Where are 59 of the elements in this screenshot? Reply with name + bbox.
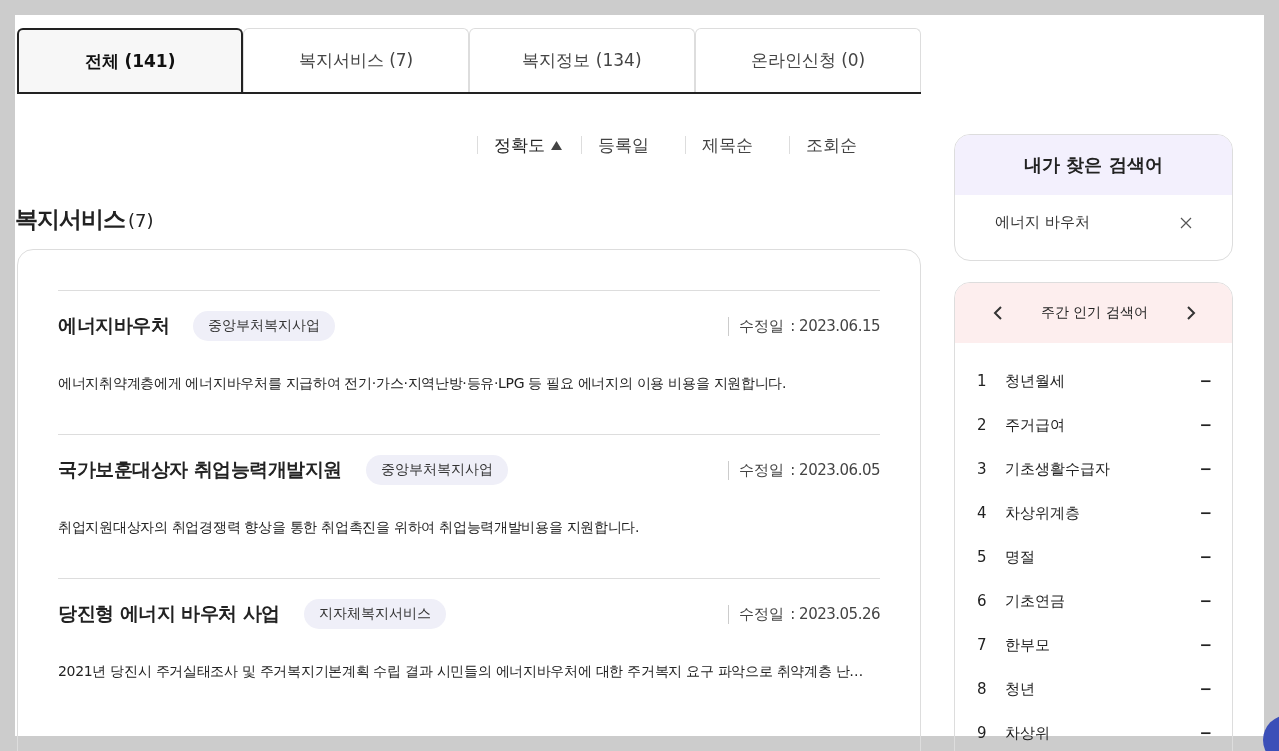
category-tag: 지자체복지서비스	[303, 599, 446, 629]
date-label: 수정일	[739, 460, 785, 480]
rank-change: −	[1199, 724, 1212, 742]
section-count: (7)	[128, 210, 154, 231]
rank-number: 8	[977, 680, 988, 698]
result-description: 취업지원대상자의 취업경쟁력 향상을 통한 취업촉진을 위하여 취업능력개발비용을 지원합니다.	[58, 518, 641, 537]
date-label: 수정일	[739, 316, 785, 336]
rank-number: 4	[977, 504, 988, 522]
sort-option[interactable]: 등록일	[581, 136, 685, 154]
rank-number: 3	[977, 460, 988, 478]
section-title: 복지서비스	[15, 205, 125, 234]
popular-term-link[interactable]: 차상위	[1005, 723, 1200, 743]
rank-change: −	[1199, 504, 1212, 522]
search-term-link[interactable]: 에너지 바우처	[995, 213, 1090, 232]
rank-number: 7	[977, 636, 988, 654]
date-value: : 2023.06.05	[790, 460, 880, 480]
rank-change: −	[1199, 416, 1212, 434]
rank-number: 9	[977, 724, 988, 742]
rank-change: −	[1199, 592, 1212, 610]
sort-option[interactable]: 제목순	[685, 136, 789, 154]
sort-option[interactable]: 정확도	[477, 136, 581, 154]
chevron-left-icon[interactable]	[993, 305, 1003, 321]
category-tag: 중앙부처복지사업	[365, 455, 508, 485]
rank-change: −	[1199, 636, 1212, 654]
tab[interactable]: 복지정보 (134)	[469, 28, 695, 92]
rank-number: 1	[977, 372, 988, 390]
rank-change: −	[1199, 460, 1212, 478]
tab[interactable]: 복지서비스 (7)	[243, 28, 469, 92]
category-tag: 중앙부처복지사업	[193, 311, 335, 341]
popular-term-link[interactable]: 청년월세	[1005, 371, 1200, 391]
result-description: 에너지취약계층에게 에너지바우처를 지급하여 전기·가스·지역난방·등유·LPG 등 필요 에너지의 이용 비용을 지원합니다.	[58, 374, 788, 393]
popular-term-link[interactable]: 기초연금	[1005, 591, 1200, 611]
chevron-right-icon[interactable]	[1186, 305, 1196, 321]
panel-title: 내가 찾은 검색어	[1024, 153, 1163, 177]
close-icon[interactable]	[1180, 216, 1192, 229]
triangle-up-icon	[551, 140, 562, 150]
rank-change: −	[1199, 680, 1212, 698]
rank-change: −	[1199, 372, 1212, 390]
tab[interactable]: 전체 (141)	[17, 28, 243, 92]
date-value: : 2023.06.15	[790, 316, 880, 336]
result-title[interactable]: 에너지바우처	[58, 313, 169, 339]
result-title[interactable]: 국가보훈대상자 취업능력개발지원	[58, 457, 342, 483]
rank-number: 6	[977, 592, 988, 610]
popular-term-link[interactable]: 기초생활수급자	[1005, 459, 1200, 479]
popular-term-link[interactable]: 주거급여	[1005, 415, 1200, 435]
result-description: 2021년 당진시 주거실태조사 및 주거복지기본계획 수립 결과 시민들의 에너지바우처에 대한 주거복지 요구 파악으로 취약계층 난…	[58, 662, 864, 681]
panel-title: 주간 인기 검색어	[1041, 304, 1148, 322]
sort-option[interactable]: 조회순	[789, 136, 893, 154]
date-value: : 2023.05.26	[790, 604, 880, 624]
popular-term-link[interactable]: 명절	[1005, 547, 1200, 567]
rank-change: −	[1199, 548, 1212, 566]
date-label: 수정일	[739, 604, 785, 624]
rank-number: 5	[977, 548, 988, 566]
popular-term-link[interactable]: 차상위계층	[1005, 503, 1200, 523]
result-title[interactable]: 당진형 에너지 바우처 사업	[58, 601, 280, 627]
popular-term-link[interactable]: 청년	[1005, 679, 1200, 699]
tab[interactable]: 온라인신청 (0)	[695, 28, 921, 92]
rank-number: 2	[977, 416, 988, 434]
popular-term-link[interactable]: 한부모	[1005, 635, 1200, 655]
